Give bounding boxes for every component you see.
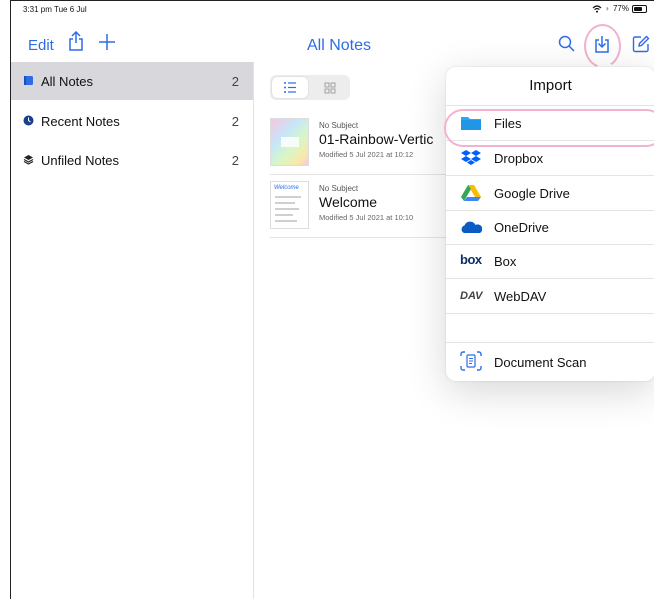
sidebar-item-label: Unfiled Notes xyxy=(41,153,120,168)
import-item-label: Box xyxy=(494,254,517,269)
status-bar: 3:31 pm Tue 6 Jul ◗ 77% xyxy=(11,1,654,17)
import-onedrive-item[interactable]: OneDrive xyxy=(446,210,654,245)
sidebar-item-count: 2 xyxy=(231,114,239,129)
thumbnail-line xyxy=(275,214,293,216)
search-icon[interactable] xyxy=(558,35,575,52)
grid-icon xyxy=(324,82,336,94)
add-note-icon[interactable] xyxy=(98,33,116,51)
files-highlight-ring xyxy=(444,109,654,147)
battery-icon xyxy=(632,4,647,13)
sidebar-item-recent-notes[interactable]: Recent Notes 2 xyxy=(11,102,253,140)
thumbnail-line xyxy=(275,202,295,204)
list-icon xyxy=(284,82,296,93)
view-mode-toggle xyxy=(270,75,350,100)
sidebar: All Notes 2 Recent Notes 2 Unfiled Notes… xyxy=(11,62,254,599)
import-item-label: Dropbox xyxy=(494,151,544,166)
popover-spacer xyxy=(446,314,654,343)
google-drive-icon xyxy=(461,185,481,201)
status-indicators: ◗ 77% xyxy=(592,4,647,13)
import-item-label: Document Scan xyxy=(494,355,587,370)
import-google-drive-item[interactable]: Google Drive xyxy=(446,176,654,211)
document-scan-icon xyxy=(460,351,482,371)
sidebar-item-label: Recent Notes xyxy=(41,114,120,129)
sidebar-item-all-notes[interactable]: All Notes 2 xyxy=(11,62,253,100)
thumbnail-heading: Welcome xyxy=(274,185,299,191)
note-thumbnail xyxy=(270,118,309,166)
import-item-label: WebDAV xyxy=(494,289,547,304)
sidebar-item-label: All Notes xyxy=(41,74,94,89)
share-icon[interactable] xyxy=(68,31,84,51)
note-subject: No Subject xyxy=(319,184,359,193)
sidebar-item-count: 2 xyxy=(231,153,239,168)
compose-icon[interactable] xyxy=(632,35,650,53)
sidebar-item-count: 2 xyxy=(231,74,239,89)
list-view-button[interactable] xyxy=(272,77,308,98)
import-item-label: OneDrive xyxy=(494,220,549,235)
thumbnail-line xyxy=(275,220,297,222)
import-webdav-item[interactable]: DAV WebDAV xyxy=(446,279,654,314)
stack-icon xyxy=(23,155,34,165)
grid-view-button[interactable] xyxy=(312,77,348,98)
navigation-bar: Edit All Notes xyxy=(11,17,654,61)
thumbnail-line xyxy=(275,208,299,210)
note-subject: No Subject xyxy=(319,121,359,130)
note-thumbnail: Welcome xyxy=(270,181,309,229)
note-modified: Modified 5 Jul 2021 at 10:10 xyxy=(319,213,414,222)
popover-title: Import xyxy=(446,67,654,106)
thumbnail-line xyxy=(275,196,301,198)
box-logo-icon: box xyxy=(460,252,482,267)
webdav-logo-icon: DAV xyxy=(460,290,483,302)
import-document-scan-item[interactable]: Document Scan xyxy=(446,343,654,381)
battery-percent: 77% xyxy=(612,4,629,13)
note-title: 01-Rainbow-Vertic xyxy=(319,131,434,147)
dropbox-icon xyxy=(461,150,481,165)
sidebar-item-unfiled-notes[interactable]: Unfiled Notes 2 xyxy=(11,141,253,179)
wifi-icon xyxy=(592,4,602,13)
note-title: Welcome xyxy=(319,194,378,210)
charging-icon: ◗ xyxy=(605,4,610,13)
notebook-icon xyxy=(24,76,33,85)
import-box-item[interactable]: box Box xyxy=(446,244,654,279)
clock-icon xyxy=(23,115,34,126)
import-item-label: Google Drive xyxy=(494,186,570,201)
ipad-screen: 3:31 pm Tue 6 Jul ◗ 77% Edit All Notes A… xyxy=(10,0,654,599)
page-title: All Notes xyxy=(307,37,372,54)
onedrive-icon xyxy=(461,221,482,233)
note-modified: Modified 5 Jul 2021 at 10:12 xyxy=(319,150,414,159)
edit-button[interactable]: Edit xyxy=(28,37,54,54)
status-time: 3:31 pm Tue 6 Jul xyxy=(23,5,87,14)
